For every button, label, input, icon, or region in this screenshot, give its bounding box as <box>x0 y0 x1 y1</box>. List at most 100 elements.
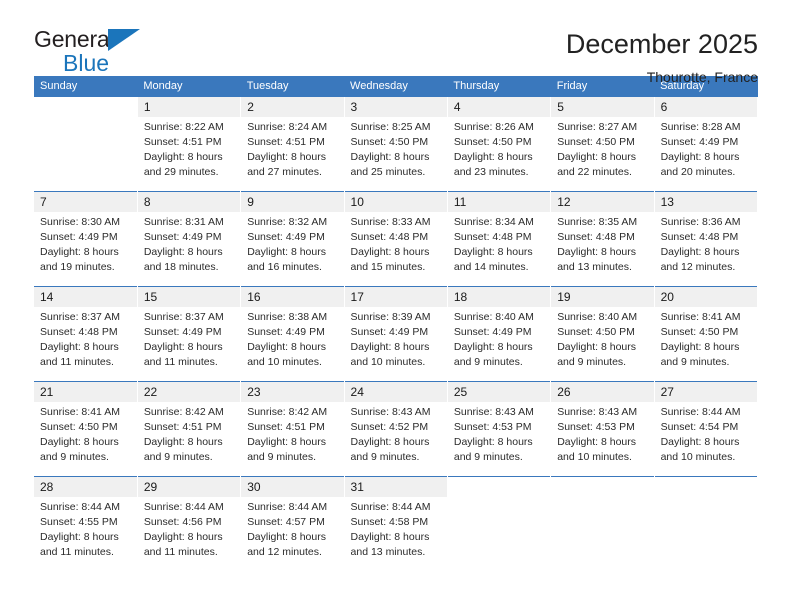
week-1-details: Sunrise: 8:22 AM Sunset: 4:51 PM Dayligh… <box>34 117 759 192</box>
day-cell: Sunrise: 8:43 AM Sunset: 4:53 PM Dayligh… <box>550 402 655 477</box>
weekday-header-tuesday: Tuesday <box>240 76 345 97</box>
daylight-text-line2: and 9 minutes. <box>557 355 627 368</box>
daylight-text-line2: and 29 minutes. <box>143 165 219 178</box>
daylight-text-line2: and 19 minutes. <box>40 260 115 273</box>
day-cell: Sunrise: 8:34 AM Sunset: 4:48 PM Dayligh… <box>447 212 552 287</box>
week-3-daynumbers: 14 15 16 17 18 19 20 <box>34 286 759 307</box>
day-number: 17 <box>344 286 448 307</box>
logo-triangle-icon <box>108 29 140 51</box>
sunrise-text: Sunrise: 8:44 AM <box>350 501 431 513</box>
daylight-text-line2: and 9 minutes. <box>247 450 317 463</box>
sunrise-text: Sunrise: 8:30 AM <box>40 216 120 228</box>
daylight-text-line1: Daylight: 8 hours <box>247 530 326 543</box>
sunrise-text: Sunrise: 8:26 AM <box>453 121 534 133</box>
sunset-text: Sunset: 4:49 PM <box>247 325 325 338</box>
sunset-text: Sunset: 4:48 PM <box>453 230 532 243</box>
day-cell: Sunrise: 8:22 AM Sunset: 4:51 PM Dayligh… <box>137 117 242 192</box>
day-cell: Sunrise: 8:44 AM Sunset: 4:56 PM Dayligh… <box>137 497 242 571</box>
day-number: 4 <box>447 97 552 117</box>
day-number: 5 <box>550 97 655 117</box>
sunrise-text: Sunrise: 8:32 AM <box>247 216 328 228</box>
page-title: December 2025 <box>565 29 758 59</box>
sunset-text: Sunset: 4:53 PM <box>453 420 532 433</box>
daylight-text-line2: and 10 minutes. <box>247 355 322 368</box>
day-number: 3 <box>344 97 448 117</box>
daylight-text-line2: and 20 minutes. <box>660 165 736 178</box>
page-header: General Blue December 2025 Thourotte, Fr… <box>0 0 792 85</box>
sunrise-text: Sunrise: 8:44 AM <box>247 501 328 513</box>
sunrise-text: Sunrise: 8:43 AM <box>350 406 431 418</box>
daylight-text-line2: and 10 minutes. <box>557 450 632 463</box>
sunset-text: Sunset: 4:50 PM <box>40 420 118 433</box>
sunrise-text: Sunrise: 8:44 AM <box>143 501 224 513</box>
title-block: December 2025 Thourotte, France <box>565 28 758 84</box>
daylight-text-line1: Daylight: 8 hours <box>143 245 223 258</box>
day-cell: Sunrise: 8:42 AM Sunset: 4:51 PM Dayligh… <box>137 402 242 477</box>
sunset-text: Sunset: 4:51 PM <box>143 420 222 433</box>
daylight-text-line1: Daylight: 8 hours <box>143 150 223 163</box>
generalblue-logo: General Blue <box>34 28 164 80</box>
week-3-details: Sunrise: 8:37 AM Sunset: 4:48 PM Dayligh… <box>34 307 759 382</box>
week-4-daynumbers: 21 22 23 24 25 26 27 <box>34 381 759 402</box>
day-cell: Sunrise: 8:37 AM Sunset: 4:48 PM Dayligh… <box>34 307 138 382</box>
daylight-text-line1: Daylight: 8 hours <box>350 245 430 258</box>
day-number: 21 <box>34 381 138 402</box>
sunset-text: Sunset: 4:49 PM <box>350 325 429 338</box>
day-cell: Sunrise: 8:27 AM Sunset: 4:50 PM Dayligh… <box>550 117 655 192</box>
daylight-text-line1: Daylight: 8 hours <box>557 435 637 448</box>
week-2-daynumbers: 7 8 9 10 11 12 13 <box>34 191 759 212</box>
day-number: 22 <box>137 381 242 402</box>
weekday-header-wednesday: Wednesday <box>344 76 448 97</box>
day-number: 25 <box>447 381 552 402</box>
daylight-text-line2: and 9 minutes. <box>40 450 109 463</box>
daylight-text-line1: Daylight: 8 hours <box>143 340 223 353</box>
day-number <box>34 97 138 117</box>
daylight-text-line2: and 13 minutes. <box>557 260 632 273</box>
daylight-text-line2: and 11 minutes. <box>40 545 114 558</box>
day-number: 11 <box>447 191 552 212</box>
day-cell: Sunrise: 8:25 AM Sunset: 4:50 PM Dayligh… <box>344 117 448 192</box>
day-number: 31 <box>344 476 448 497</box>
day-number: 23 <box>240 381 345 402</box>
sunset-text: Sunset: 4:49 PM <box>40 230 118 243</box>
sunrise-text: Sunrise: 8:40 AM <box>453 311 534 323</box>
daylight-text-line2: and 14 minutes. <box>453 260 529 273</box>
daylight-text-line1: Daylight: 8 hours <box>40 245 119 258</box>
daylight-text-line2: and 10 minutes. <box>660 450 736 463</box>
day-number: 27 <box>654 381 759 402</box>
daylight-text-line1: Daylight: 8 hours <box>143 435 223 448</box>
sunset-text: Sunset: 4:50 PM <box>453 135 532 148</box>
week-4-details: Sunrise: 8:41 AM Sunset: 4:50 PM Dayligh… <box>34 402 759 477</box>
day-cell: Sunrise: 8:42 AM Sunset: 4:51 PM Dayligh… <box>240 402 345 477</box>
daylight-text-line1: Daylight: 8 hours <box>660 340 740 353</box>
day-number: 6 <box>654 97 759 117</box>
daylight-text-line1: Daylight: 8 hours <box>660 245 740 258</box>
sunrise-text: Sunrise: 8:44 AM <box>40 501 120 513</box>
sunrise-text: Sunrise: 8:42 AM <box>143 406 224 418</box>
daylight-text-line1: Daylight: 8 hours <box>453 150 533 163</box>
day-cell: Sunrise: 8:39 AM Sunset: 4:49 PM Dayligh… <box>344 307 448 382</box>
day-cell: Sunrise: 8:35 AM Sunset: 4:48 PM Dayligh… <box>550 212 655 287</box>
sunrise-text: Sunrise: 8:44 AM <box>660 406 741 418</box>
day-cell <box>447 497 552 571</box>
sunrise-text: Sunrise: 8:43 AM <box>557 406 638 418</box>
day-number: 13 <box>654 191 759 212</box>
sunrise-text: Sunrise: 8:27 AM <box>557 121 638 133</box>
sunset-text: Sunset: 4:49 PM <box>247 230 325 243</box>
sunset-text: Sunset: 4:51 PM <box>247 135 325 148</box>
day-number: 7 <box>34 191 138 212</box>
sunrise-text: Sunrise: 8:31 AM <box>143 216 224 228</box>
sunset-text: Sunset: 4:50 PM <box>660 325 739 338</box>
sunrise-text: Sunrise: 8:24 AM <box>247 121 328 133</box>
day-cell <box>34 117 138 192</box>
sunset-text: Sunset: 4:49 PM <box>660 135 739 148</box>
day-cell: Sunrise: 8:28 AM Sunset: 4:49 PM Dayligh… <box>654 117 759 192</box>
sunrise-text: Sunrise: 8:34 AM <box>453 216 534 228</box>
daylight-text-line1: Daylight: 8 hours <box>350 150 430 163</box>
sunrise-text: Sunrise: 8:25 AM <box>350 121 431 133</box>
daylight-text-line1: Daylight: 8 hours <box>557 150 637 163</box>
day-number <box>550 476 655 497</box>
day-cell: Sunrise: 8:26 AM Sunset: 4:50 PM Dayligh… <box>447 117 552 192</box>
day-cell: Sunrise: 8:24 AM Sunset: 4:51 PM Dayligh… <box>240 117 345 192</box>
logo-word-general: General <box>34 26 115 52</box>
